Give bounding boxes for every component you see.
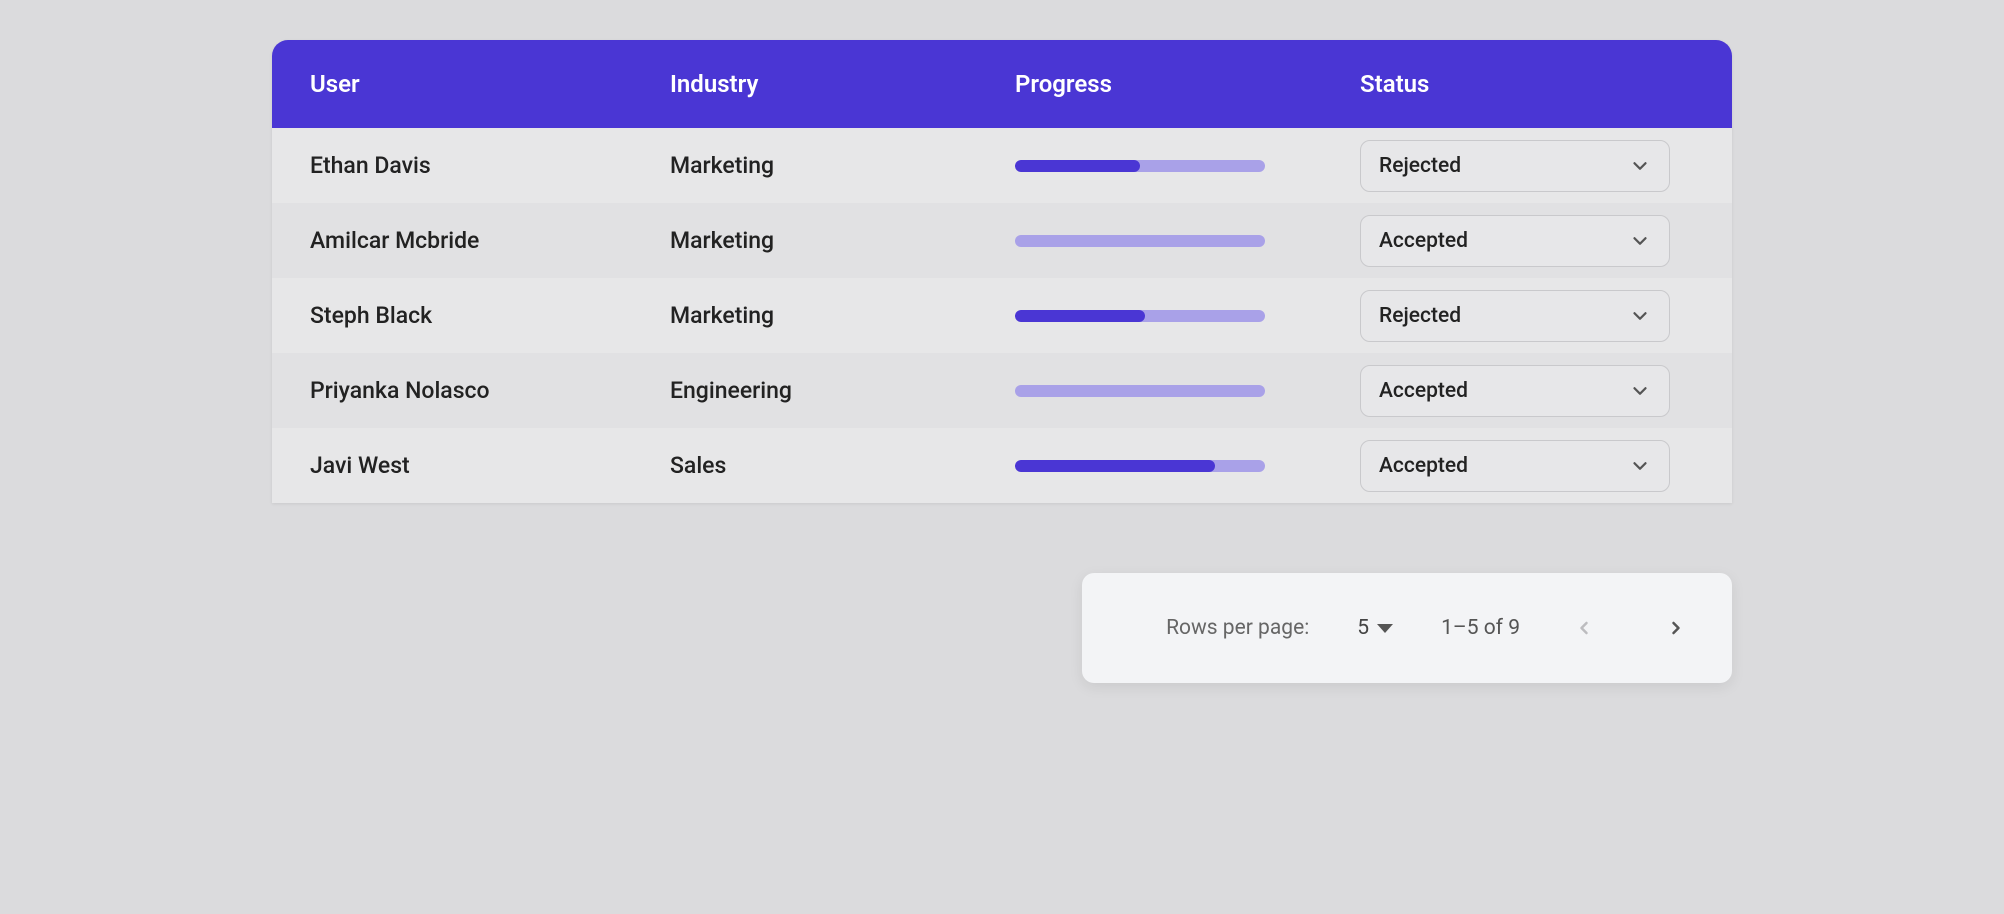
cell-industry: Marketing	[670, 227, 1015, 254]
column-header-status: Status	[1360, 70, 1694, 98]
cell-industry: Marketing	[670, 302, 1015, 329]
rows-per-page-value: 5	[1357, 616, 1369, 640]
table-row: Ethan DavisMarketing Rejected	[272, 128, 1732, 203]
cell-user: Steph Black	[310, 302, 670, 329]
progress-bar	[1015, 310, 1265, 322]
progress-bar	[1015, 460, 1265, 472]
progress-fill	[1015, 460, 1215, 472]
chevron-left-icon	[1574, 618, 1594, 638]
chevron-down-icon	[1629, 305, 1651, 327]
cell-status: Accepted	[1360, 215, 1694, 267]
cell-progress	[1015, 460, 1360, 472]
status-value: Rejected	[1379, 154, 1461, 178]
status-select[interactable]: Rejected	[1360, 290, 1670, 342]
chevron-right-icon	[1666, 618, 1686, 638]
cell-status: Accepted	[1360, 365, 1694, 417]
chevron-down-icon	[1629, 455, 1651, 477]
table-row: Javi WestSales Accepted	[272, 428, 1732, 503]
cell-industry: Engineering	[670, 377, 1015, 404]
users-table: User Industry Progress Status Ethan Davi…	[272, 40, 1732, 503]
cell-progress	[1015, 235, 1360, 247]
triangle-down-icon	[1377, 624, 1393, 633]
column-header-industry: Industry	[670, 70, 1015, 98]
chevron-down-icon	[1629, 380, 1651, 402]
table-row: Priyanka NolascoEngineering Accepted	[272, 353, 1732, 428]
status-select[interactable]: Accepted	[1360, 440, 1670, 492]
cell-user: Amilcar Mcbride	[310, 227, 670, 254]
progress-fill	[1015, 160, 1140, 172]
rows-per-page-label: Rows per page:	[1166, 616, 1309, 640]
chevron-down-icon	[1629, 230, 1651, 252]
pagination-bar: Rows per page: 5 1–5 of 9	[1082, 573, 1732, 683]
status-select[interactable]: Rejected	[1360, 140, 1670, 192]
table-row: Steph BlackMarketing Rejected	[272, 278, 1732, 353]
rows-per-page-select[interactable]: 5	[1357, 616, 1393, 640]
progress-bar	[1015, 235, 1265, 247]
page-range-text: 1–5 of 9	[1441, 616, 1520, 640]
cell-progress	[1015, 160, 1360, 172]
status-value: Accepted	[1379, 229, 1468, 253]
cell-user: Priyanka Nolasco	[310, 377, 670, 404]
progress-fill	[1015, 310, 1145, 322]
status-value: Accepted	[1379, 454, 1468, 478]
cell-user: Javi West	[310, 452, 670, 479]
column-header-progress: Progress	[1015, 70, 1360, 98]
cell-progress	[1015, 385, 1360, 397]
table-header: User Industry Progress Status	[272, 40, 1732, 128]
status-value: Rejected	[1379, 304, 1461, 328]
progress-bar	[1015, 385, 1265, 397]
table-row: Amilcar McbrideMarketing Accepted	[272, 203, 1732, 278]
cell-progress	[1015, 310, 1360, 322]
chevron-down-icon	[1629, 155, 1651, 177]
status-select[interactable]: Accepted	[1360, 365, 1670, 417]
status-value: Accepted	[1379, 379, 1468, 403]
cell-user: Ethan Davis	[310, 152, 670, 179]
cell-status: Accepted	[1360, 440, 1694, 492]
status-select[interactable]: Accepted	[1360, 215, 1670, 267]
column-header-user: User	[310, 70, 670, 98]
prev-page-button[interactable]	[1568, 612, 1600, 644]
cell-status: Rejected	[1360, 290, 1694, 342]
cell-status: Rejected	[1360, 140, 1694, 192]
next-page-button[interactable]	[1660, 612, 1692, 644]
progress-bar	[1015, 160, 1265, 172]
cell-industry: Marketing	[670, 152, 1015, 179]
cell-industry: Sales	[670, 452, 1015, 479]
